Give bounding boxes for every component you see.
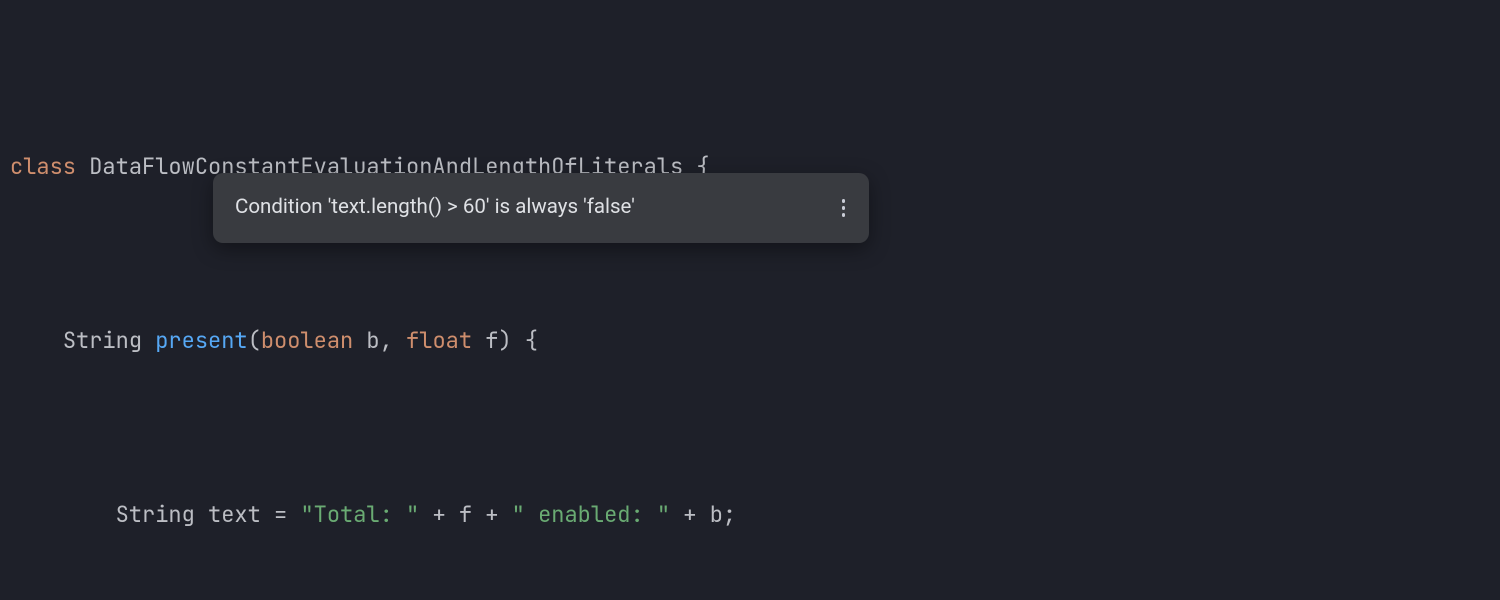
variable: f (459, 500, 472, 529)
operator: + (419, 500, 459, 529)
indent (10, 326, 63, 355)
more-actions-icon[interactable] (836, 193, 852, 223)
operator: + (670, 500, 710, 529)
string-literal: " enabled: " (512, 500, 670, 529)
semicolon: ; (723, 500, 736, 529)
type: String (63, 326, 155, 355)
paren: ) (498, 326, 524, 355)
param: b (353, 326, 379, 355)
type: String (116, 500, 208, 529)
tooltip-message: Condition 'text.length() > 60' is always… (235, 186, 808, 230)
variable: text (208, 500, 274, 529)
indent (10, 500, 116, 529)
code-editor[interactable]: class DataFlowConstantEvaluationAndLengt… (0, 0, 1500, 600)
method-name: present (155, 326, 247, 355)
keyword-float: float (406, 326, 472, 355)
keyword-class: class (10, 152, 76, 181)
variable: b (710, 500, 723, 529)
code-line[interactable]: String present(boolean b, float f) { (10, 319, 1500, 363)
keyword-boolean: boolean (261, 326, 353, 355)
comma: , (380, 326, 406, 355)
paren: ( (248, 326, 261, 355)
code-line[interactable]: String text = "Total: " + f + " enabled:… (10, 493, 1500, 537)
operator: + (472, 500, 512, 529)
param: f (472, 326, 498, 355)
brace: { (525, 326, 538, 355)
inspection-tooltip: Condition 'text.length() > 60' is always… (213, 173, 869, 243)
operator: = (274, 500, 300, 529)
string-literal: "Total: " (300, 500, 419, 529)
